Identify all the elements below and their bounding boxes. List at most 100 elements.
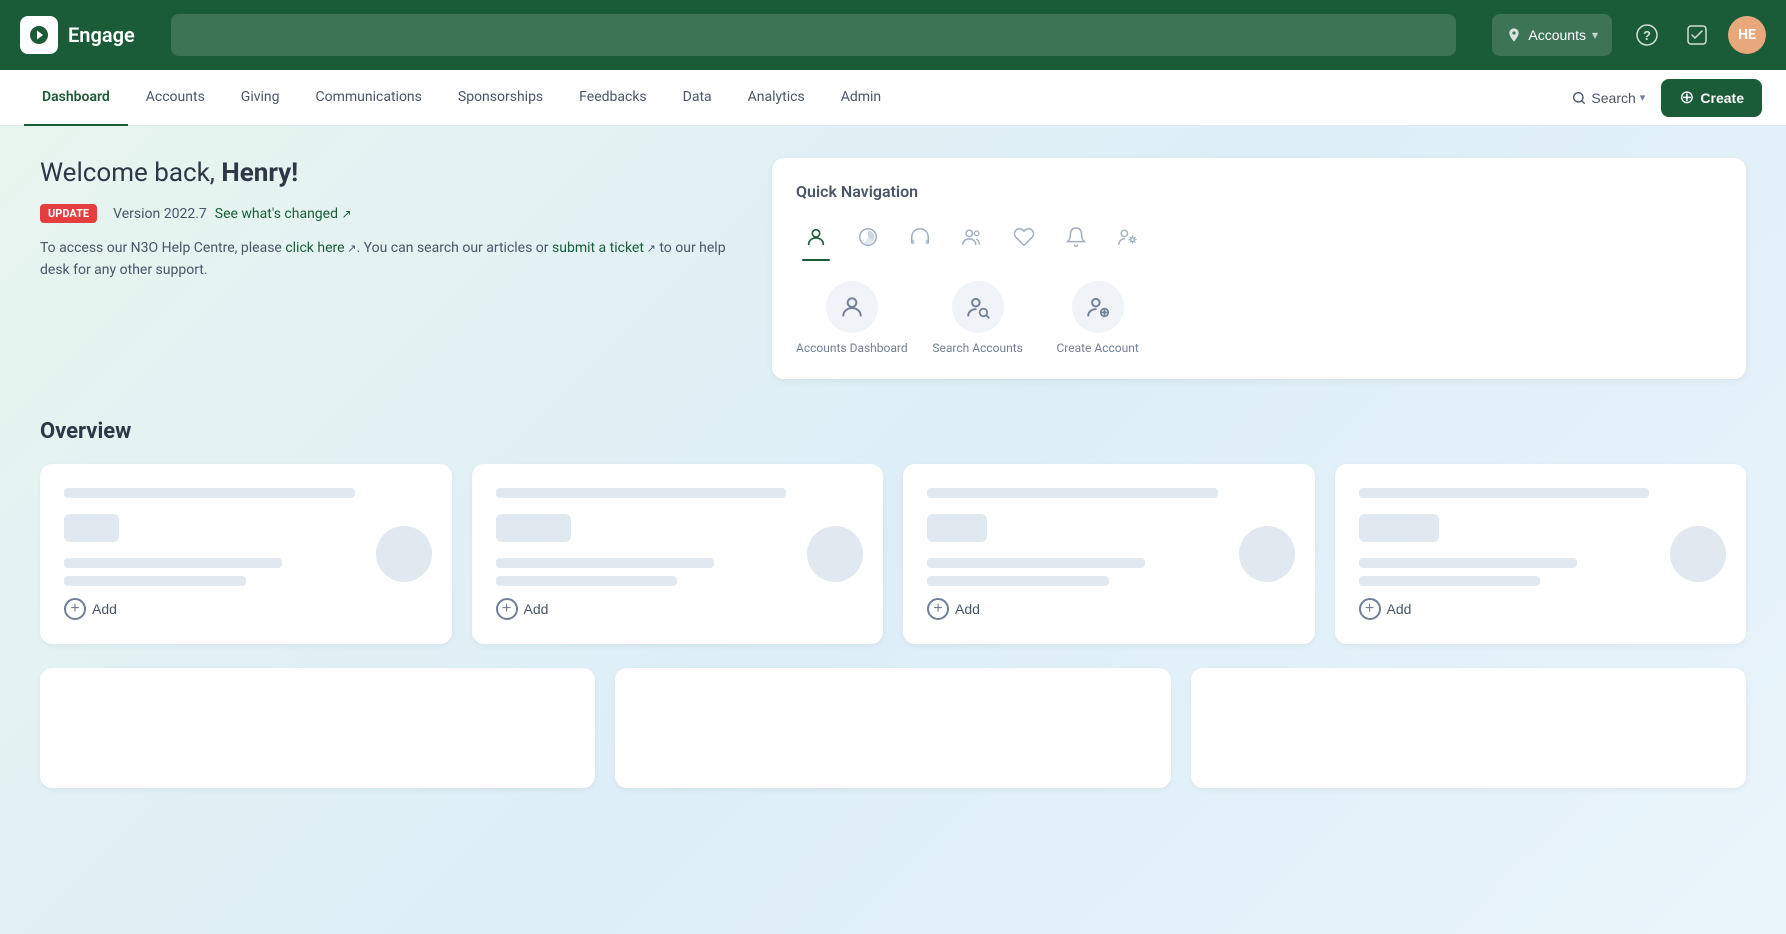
skeleton-line [496,488,787,498]
overview-card-1: + Add [40,464,452,644]
wide-card-2 [615,668,1170,788]
skeleton-line [496,558,714,568]
search-scope-button[interactable]: Accounts ▾ [1492,14,1612,56]
click-here-link[interactable]: click here [285,240,344,256]
nav-item-admin[interactable]: Admin [823,70,899,126]
shortcut-search-accounts[interactable]: Search Accounts [928,281,1028,355]
top-nav-actions: ? HE [1628,16,1766,54]
card-4-skeleton [1359,488,1723,586]
create-button[interactable]: ⊕ Create [1661,79,1762,117]
add-button-3[interactable]: + Add [927,598,1291,620]
create-plus-icon: ⊕ [1679,87,1694,108]
svg-text:?: ? [1643,28,1651,43]
nav-item-data[interactable]: Data [665,70,730,126]
quick-nav-shortcuts: Accounts Dashboard Search Accounts [796,281,1722,355]
skeleton-line [496,576,678,586]
shortcut-accounts-dashboard[interactable]: Accounts Dashboard [796,281,908,355]
add-button-2[interactable]: + Add [496,598,860,620]
search-scope-chevron: ▾ [1592,28,1598,42]
skeleton-line [927,558,1145,568]
qn-icon-headset[interactable] [900,217,940,257]
add-icon: + [496,598,518,620]
card-3-mid [927,514,1291,542]
skeleton-line [927,488,1218,498]
wide-card-3 [1191,668,1746,788]
version-text: Version 2022.7 [113,206,207,222]
add-button-4[interactable]: + Add [1359,598,1723,620]
logo[interactable]: Engage [20,16,135,54]
nav-item-giving[interactable]: Giving [223,70,298,126]
nav-item-accounts[interactable]: Accounts [128,70,223,126]
nav-item-sponsorships[interactable]: Sponsorships [440,70,561,126]
overview-title: Overview [40,419,1746,444]
skeleton-line [1359,558,1577,568]
update-row: UPDATE Version 2022.7 See what's changed… [40,204,740,223]
external-link-small-icon: ↗ [345,242,357,255]
overview-card-3: + Add [903,464,1315,644]
welcome-card: Welcome back, Henry! UPDATE Version 2022… [40,158,740,282]
skeleton-line [64,558,282,568]
avatar[interactable]: HE [1728,16,1766,54]
card-circle-decoration [376,526,432,582]
overview-cards-grid: + Add + Add [40,464,1746,644]
secondary-navigation: Dashboard Accounts Giving Communications… [0,70,1786,126]
overview-card-2: + Add [472,464,884,644]
wide-cards-grid [40,668,1746,788]
global-search-input[interactable] [171,14,1457,56]
welcome-title: Welcome back, Henry! [40,158,740,188]
card-1-mid [64,514,428,542]
skeleton-line [1359,488,1650,498]
card-circle-decoration [1670,526,1726,582]
nav-item-dashboard[interactable]: Dashboard [24,70,128,126]
skeleton-line [1359,576,1541,586]
submit-ticket-link[interactable]: submit a ticket [552,240,644,256]
top-navigation: Engage Accounts ▾ ? HE [0,0,1786,70]
card-2-skeleton [496,488,860,586]
create-account-icon [1072,281,1124,333]
quick-nav-card: Quick Navigation [772,158,1746,379]
nav-item-feedbacks[interactable]: Feedbacks [561,70,664,126]
accounts-dashboard-icon [826,281,878,333]
qn-icon-group[interactable] [952,217,992,257]
help-text: To access our N3O Help Centre, please cl… [40,237,740,282]
see-whats-changed-link[interactable]: See what's changed ↗ [215,206,352,222]
nav-item-analytics[interactable]: Analytics [730,70,823,126]
sec-nav-right: Search ▾ ⊕ Create [1563,79,1762,117]
app-name: Engage [68,23,135,47]
overview-section: Overview + Add [40,419,1746,788]
add-button-1[interactable]: + Add [64,598,428,620]
submit-external-icon: ↗ [644,242,656,255]
checklist-button[interactable] [1678,16,1716,54]
search-chevron-icon: ▾ [1640,91,1646,104]
add-icon: + [64,598,86,620]
update-badge: UPDATE [40,204,97,223]
main-content: Welcome back, Henry! UPDATE Version 2022… [0,126,1786,934]
search-scope-label: Accounts [1528,27,1586,43]
quick-nav-icons-row [796,217,1722,257]
qn-icon-people-settings[interactable] [1108,217,1148,257]
card-circle-decoration [807,526,863,582]
qn-icon-person[interactable] [796,217,836,257]
accounts-dashboard-label: Accounts Dashboard [796,341,908,355]
skeleton-block [927,514,987,542]
external-link-icon: ↗ [341,207,351,221]
search-label: Search [1591,90,1635,106]
wide-card-1 [40,668,595,788]
help-button[interactable]: ? [1628,16,1666,54]
add-icon: + [927,598,949,620]
skeleton-block [496,514,571,542]
search-accounts-icon [952,281,1004,333]
search-accounts-label: Search Accounts [932,341,1022,355]
logo-icon [20,16,58,54]
skeleton-block [1359,514,1439,542]
shortcut-create-account[interactable]: Create Account [1048,281,1148,355]
search-dropdown-button[interactable]: Search ▾ [1563,90,1653,106]
qn-icon-heart[interactable] [1004,217,1044,257]
quick-nav-title: Quick Navigation [796,182,1722,201]
qn-icon-bell[interactable] [1056,217,1096,257]
qn-icon-chart[interactable] [848,217,888,257]
overview-card-4: + Add [1335,464,1747,644]
card-1-skeleton [64,488,428,586]
nav-item-communications[interactable]: Communications [298,70,440,126]
skeleton-line [64,488,355,498]
